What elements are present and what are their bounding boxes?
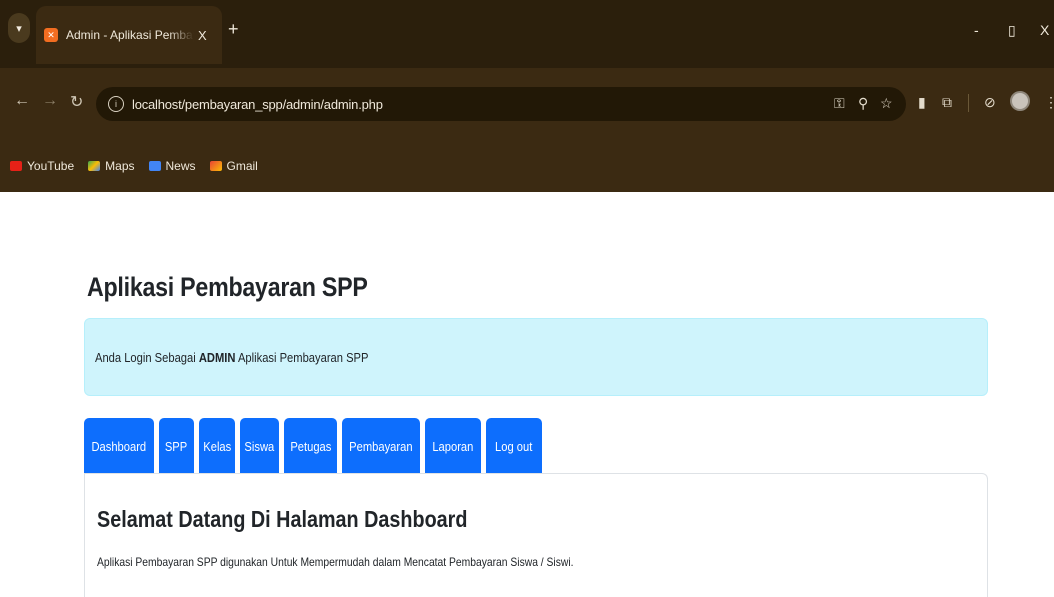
chevron-down-icon: ▾: [16, 22, 22, 35]
url-text[interactable]: localhost/pembayaran_spp/admin/admin.php: [132, 97, 383, 112]
card-description: Aplikasi Pembayaran SPP digunakan Untuk …: [97, 555, 574, 569]
bookmark-label: YouTube: [27, 159, 75, 173]
nav-label: Siswa: [244, 438, 275, 454]
puzzle-icon[interactable]: ⧉: [942, 94, 952, 111]
card-heading: Selamat Datang Di Halaman Dashboard: [97, 506, 468, 532]
nav-label: Dashboard: [91, 438, 147, 454]
menu-icon[interactable]: ⋮: [1044, 94, 1054, 111]
nav-petugas-button[interactable]: Petugas: [284, 418, 337, 474]
key-icon[interactable]: ⚿: [834, 95, 845, 112]
tab-search-button[interactable]: ▾: [8, 13, 30, 43]
minimize-button[interactable]: -: [974, 22, 979, 38]
alert-role: ADMIN: [198, 349, 236, 365]
bookmark-label: News: [165, 159, 196, 173]
nav-label: Log out: [495, 438, 533, 454]
browser-tabstrip: ▾ ✕ Admin - Aplikasi Pembayaran S X + - …: [0, 0, 1054, 68]
alert-prefix: Anda Login Sebagai: [95, 349, 196, 365]
extension-icon[interactable]: ▮: [918, 94, 926, 111]
nav-label: SPP: [165, 438, 188, 454]
nav-dashboard-button[interactable]: Dashboard: [84, 418, 154, 474]
toolbar-divider: [968, 94, 969, 112]
nav-label: Laporan: [432, 438, 474, 454]
nav-label: Petugas: [289, 438, 332, 454]
bookmark-gmail[interactable]: Gmail: [209, 159, 258, 173]
youtube-icon: [10, 161, 22, 171]
bookmark-label: Gmail: [226, 159, 258, 173]
sync-icon[interactable]: ⊘: [984, 94, 996, 111]
tab-title: Admin - Aplikasi Pembayaran S: [66, 28, 194, 42]
nav-spp-button[interactable]: SPP: [159, 418, 194, 474]
nav-siswa-button[interactable]: Siswa: [240, 418, 279, 474]
forward-arrow-icon[interactable]: →: [42, 92, 58, 110]
restore-button[interactable]: ▯: [1008, 22, 1016, 39]
browser-toolbar: ← → ↻ i localhost/pembayaran_spp/admin/a…: [0, 68, 1054, 140]
tab-close-icon[interactable]: X: [198, 28, 207, 43]
alert-suffix: Aplikasi Pembayaran SPP: [237, 349, 369, 365]
nav-label: Pembayaran: [349, 438, 413, 454]
profile-avatar[interactable]: [1010, 91, 1030, 111]
nav-pembayaran-button[interactable]: Pembayaran: [342, 418, 420, 474]
maps-icon: [88, 161, 101, 171]
nav-kelas-button[interactable]: Kelas: [199, 418, 235, 474]
star-icon[interactable]: ☆: [880, 95, 893, 112]
browser-tab-active[interactable]: ✕ Admin - Aplikasi Pembayaran S X: [36, 6, 222, 64]
gmail-icon: [209, 161, 222, 171]
dashboard-card: Selamat Datang Di Halaman Dashboard Apli…: [84, 473, 988, 597]
nav-laporan-button[interactable]: Laporan: [425, 418, 481, 474]
news-icon: [148, 161, 161, 171]
address-bar[interactable]: i localhost/pembayaran_spp/admin/admin.p…: [96, 87, 906, 121]
bookmark-youtube[interactable]: YouTube: [10, 159, 74, 173]
xampp-favicon-icon: ✕: [44, 28, 58, 42]
bookmarks-bar: YouTube Maps News Gmail: [0, 140, 1054, 192]
nav-logout-button[interactable]: Log out: [486, 418, 542, 474]
main-nav: Dashboard SPP Kelas Siswa Petugas Pembay…: [84, 418, 547, 474]
new-tab-button[interactable]: +: [228, 19, 239, 40]
bookmark-maps[interactable]: Maps: [88, 159, 135, 173]
bookmark-label: Maps: [105, 159, 135, 173]
alert-text: Anda Login Sebagai ADMIN Aplikasi Pembay…: [95, 350, 368, 365]
site-info-icon[interactable]: i: [108, 96, 124, 112]
bookmark-news[interactable]: News: [148, 159, 196, 173]
close-window-button[interactable]: X: [1040, 22, 1049, 38]
page-title: Aplikasi Pembayaran SPP: [87, 272, 368, 302]
reload-icon[interactable]: ↻: [70, 92, 83, 112]
nav-label: Kelas: [203, 438, 231, 454]
back-arrow-icon[interactable]: ←: [14, 92, 30, 110]
login-alert: Anda Login Sebagai ADMIN Aplikasi Pembay…: [84, 318, 988, 396]
zoom-icon[interactable]: ⚲: [858, 95, 868, 112]
